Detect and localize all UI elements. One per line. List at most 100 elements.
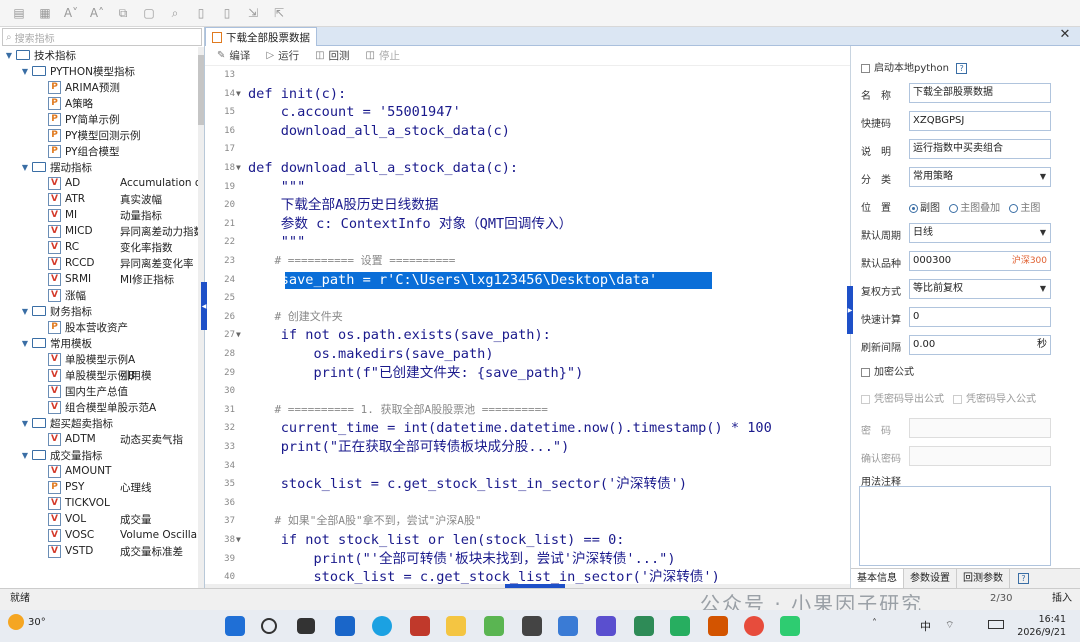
help-icon[interactable]: ? [1018,573,1029,584]
wifi-icon[interactable]: ⌔ [945,619,954,632]
tree-item[interactable]: V VOL 成交量 [0,511,152,527]
app-icon-2[interactable] [522,616,542,636]
tree-folder[interactable]: ▼ 超买超卖指标 [0,415,113,431]
edge-icon[interactable] [372,616,392,636]
tree-item[interactable]: P PSY 心理线 [0,479,152,495]
tree-item[interactable]: V 单股模型示例B 引用模 [0,367,152,383]
tab-basic-info[interactable]: 基本信息 [851,569,904,588]
weather-widget[interactable]: 30° [8,614,46,630]
tree-item[interactable]: V 国内生产总值 [0,383,128,399]
run-button[interactable]: ▷ 运行 [260,48,305,63]
tree-item[interactable]: V VSTD 成交量标准差 [0,543,183,559]
backtest-button[interactable]: ◫ 回测 [309,48,355,63]
tree-item[interactable]: V ATR 真实波幅 [0,191,162,207]
quick-calc-field[interactable]: 0 [909,307,1051,327]
refresh-field[interactable]: 0.00 秒 [909,335,1051,355]
tab-backtest-params[interactable]: 回测参数 [957,569,1010,588]
tree-item[interactable]: V MICD 异同离差动力指数 [0,223,198,239]
export-icon[interactable]: ⇱ [266,2,292,24]
new-file-icon[interactable]: ▤ [6,2,32,24]
tree-folder[interactable]: ▼ 摆动指标 [0,159,92,175]
doc2-icon[interactable]: ▯ [214,2,240,24]
collapse-right-button[interactable]: ▶ [847,286,853,334]
stop-button[interactable]: ◫ 停止 [360,48,406,63]
help-icon[interactable]: ? [956,63,968,74]
tree-item[interactable]: V TICKVOL [0,495,110,511]
radio-subchart[interactable] [909,203,918,213]
store-icon[interactable] [484,616,504,636]
app-icon-7[interactable] [708,616,728,636]
fold-icon[interactable]: ▼ [236,159,241,178]
start-icon[interactable] [225,616,245,636]
adjust-select[interactable]: 等比前复权 ▼ [909,279,1051,299]
close-tab-icon[interactable]: ✕ [1058,28,1072,42]
font-decrease-icon[interactable]: A˅ [58,2,84,24]
variety-field[interactable]: 000300 沪深300 [909,251,1051,271]
save-icon[interactable]: ▦ [32,2,58,24]
fold-icon[interactable]: ▼ [236,326,241,345]
task-view-icon[interactable] [297,618,315,634]
local-python-checkbox[interactable]: 启动本地python ? [861,59,968,74]
app-icon-3[interactable] [558,616,578,636]
wechat-icon[interactable] [780,616,800,636]
tree-item[interactable]: V VOSC Volume Oscilla [0,527,197,543]
radio-mainchart[interactable] [1009,203,1019,213]
tree-item[interactable]: V RCCD 异同离差变化率 [0,255,194,271]
expand-toggle-icon[interactable]: ▼ [20,419,30,428]
search-taskbar-icon[interactable] [261,618,277,634]
code-editor[interactable]: 13 14 ▼ def init(c): 15 c.account = '5500194… [205,66,850,584]
period-select[interactable]: 日线 ▼ [909,223,1051,243]
tree-item[interactable]: V 组合模型单股示范A [0,399,156,415]
import-icon[interactable]: ⇲ [240,2,266,24]
tree-item[interactable]: V 涨幅 [0,287,86,303]
collapse-left-button[interactable]: ◀ [201,282,207,330]
description-field[interactable]: 运行指数中买卖组合 [909,139,1051,159]
encrypt-checkbox[interactable]: 加密公式 [861,363,914,378]
tree-item[interactable]: V 单股模型示例A [0,351,135,367]
export-pw-checkbox[interactable]: 凭密码导出公式 [861,390,944,405]
tree-folder[interactable]: ▼ 常用模板 [0,335,92,351]
wps-icon[interactable] [410,616,430,636]
font-increase-icon[interactable]: A˄ [84,2,110,24]
shortcut-field[interactable]: XZQBGPSJ [909,111,1051,131]
tree-item[interactable]: V RC 变化率指数 [0,239,173,255]
fold-icon[interactable]: ▼ [236,85,241,104]
tree-item[interactable]: P A策略 [0,95,93,111]
tree-folder[interactable]: ▼ PYTHON模型指标 [0,63,135,79]
fold-icon[interactable]: ▼ [236,531,241,550]
paste-icon[interactable]: ▢ [136,2,162,24]
tree-item[interactable]: V AMOUNT [0,463,111,479]
confirm-password-field[interactable] [909,446,1051,466]
clock[interactable]: 16:41 2026/9/21 [1012,613,1066,639]
tree-item[interactable]: V AD Accumulation or [0,175,198,191]
tree-folder[interactable]: ▼ 技术指标 [0,47,76,63]
compile-button[interactable]: ✎ 编译 [211,48,256,63]
tree-folder[interactable]: ▼ 财务指标 [0,303,92,319]
search-input[interactable]: ⌕ 搜索指标 [2,28,202,46]
editor-tab[interactable]: 下载全部股票数据 [205,27,317,46]
tray-chevron-icon[interactable]: ˄ [872,618,877,629]
find-icon[interactable]: ⌕ [162,2,188,24]
app-icon-6[interactable] [670,616,690,636]
expand-toggle-icon[interactable]: ▼ [20,339,30,348]
tree-item[interactable]: P PY模型回测示例 [0,127,141,143]
app-icon-5[interactable] [634,616,654,636]
expand-toggle-icon[interactable]: ▼ [20,67,30,76]
tab-parameters[interactable]: 参数设置 [904,569,957,588]
battery-icon[interactable] [988,620,1004,629]
app-icon-1[interactable] [335,616,355,636]
tree-item[interactable]: P PY组合模型 [0,143,120,159]
tree-item[interactable]: P PY简单示例 [0,111,120,127]
app-icon-4[interactable] [596,616,616,636]
import-pw-checkbox[interactable]: 凭密码导入公式 [953,390,1036,405]
tree-scroll-thumb[interactable] [198,55,204,125]
tree-folder[interactable]: ▼ 成交量指标 [0,447,103,463]
tree-item[interactable]: P ARIMA预测 [0,79,120,95]
tree-item[interactable]: V MI 动量指标 [0,207,162,223]
usage-textarea[interactable] [859,486,1051,566]
password-field[interactable] [909,418,1051,438]
tree-item[interactable]: P 股本营收资产 [0,319,128,335]
expand-toggle-icon[interactable]: ▼ [20,451,30,460]
expand-toggle-icon[interactable]: ▼ [20,163,30,172]
category-select[interactable]: 常用策略 ▼ [909,167,1051,187]
